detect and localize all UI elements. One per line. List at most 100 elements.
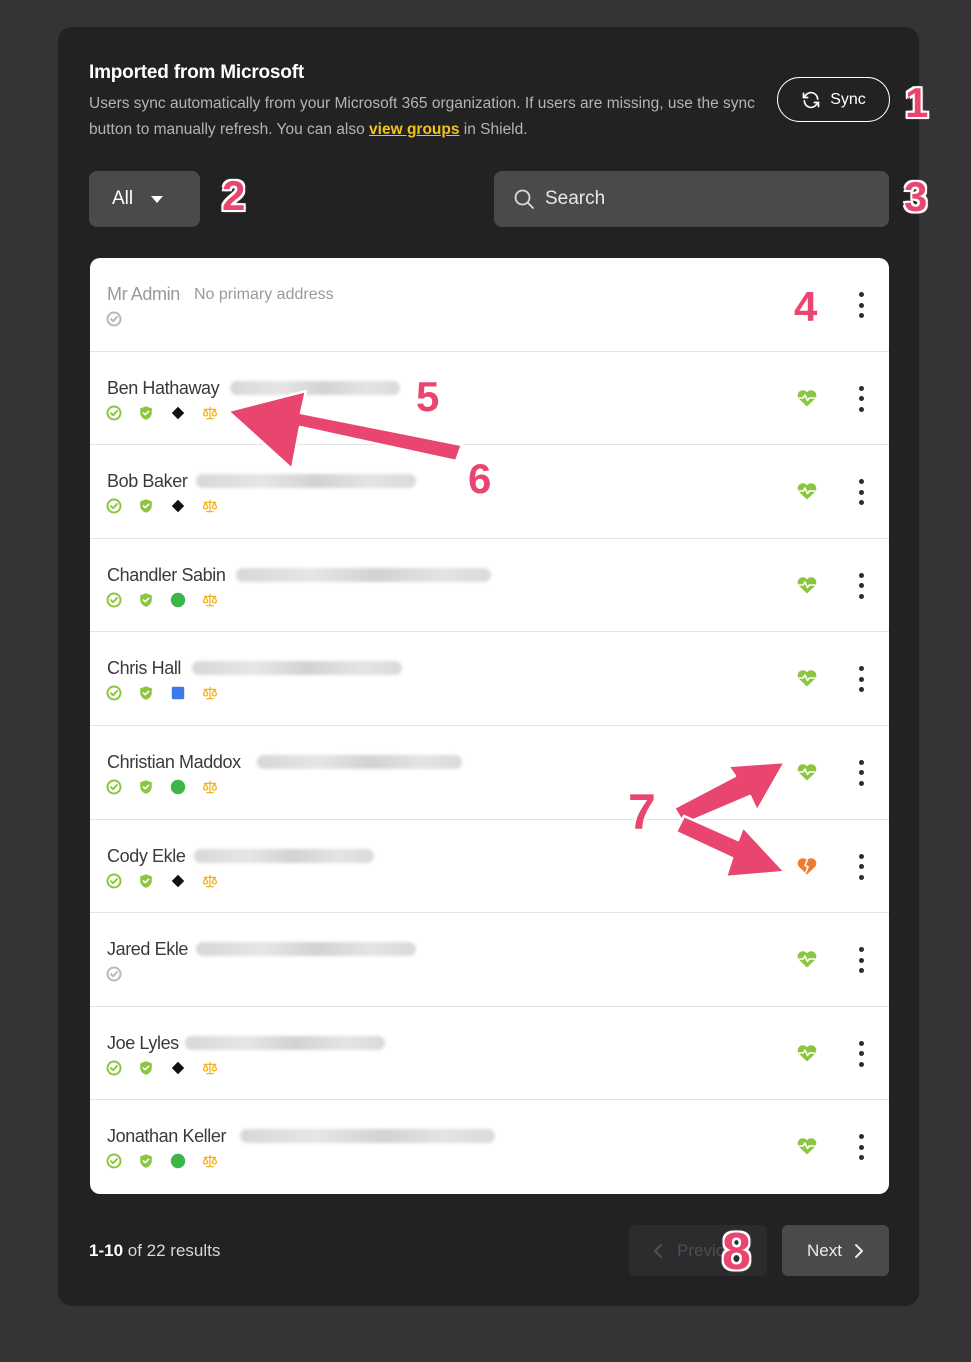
verified-check-icon — [106, 685, 122, 701]
more-options-icon[interactable] — [854, 853, 868, 880]
user-name: Cody Ekle — [107, 845, 186, 866]
section-description: Users sync automatically from your Micro… — [89, 91, 759, 143]
user-badges — [106, 592, 218, 608]
health-warning-icon[interactable] — [796, 856, 818, 876]
redacted-email — [230, 380, 400, 395]
more-options-icon[interactable] — [854, 1134, 868, 1161]
redacted-email — [192, 661, 402, 676]
verified-check-icon — [106, 405, 122, 421]
license-scale-icon — [202, 1153, 218, 1169]
license-scale-icon — [202, 405, 218, 421]
view-groups-link[interactable]: view groups — [369, 121, 459, 138]
more-options-icon[interactable] — [854, 759, 868, 786]
shield-icon — [138, 592, 154, 608]
shield-icon — [138, 685, 154, 701]
user-row[interactable]: Mr Admin No primary address — [90, 258, 889, 352]
user-email: No primary address — [194, 286, 334, 303]
callout-2: 2 — [222, 172, 246, 219]
license-scale-icon — [202, 779, 218, 795]
user-row[interactable]: Ben Hathaway — [90, 352, 889, 446]
health-good-icon[interactable] — [796, 1043, 818, 1063]
user-badges — [106, 498, 218, 514]
license-scale-icon — [202, 592, 218, 608]
verified-check-icon — [106, 498, 122, 514]
chevron-right-icon — [854, 1243, 863, 1258]
redacted-email — [185, 1035, 385, 1050]
sync-button-label: Sync — [830, 90, 866, 108]
user-row[interactable]: Jared Ekle — [90, 913, 889, 1007]
health-good-icon[interactable] — [796, 388, 818, 408]
circle-status-icon — [170, 1153, 186, 1169]
callout-8: 8 — [722, 1223, 751, 1281]
diamond-status-icon — [170, 498, 186, 514]
filter-dropdown[interactable]: All — [89, 171, 200, 227]
next-button[interactable]: Next — [782, 1225, 889, 1276]
shield-icon — [138, 873, 154, 889]
redacted-email — [240, 1129, 495, 1144]
health-good-icon[interactable] — [796, 575, 818, 595]
unverified-check-icon — [106, 966, 122, 982]
verified-check-icon — [106, 1060, 122, 1076]
more-options-icon[interactable] — [854, 479, 868, 506]
unverified-check-icon — [106, 311, 122, 327]
user-name: Christian Maddox — [107, 751, 241, 772]
diamond-status-icon — [170, 873, 186, 889]
health-good-icon[interactable] — [796, 481, 818, 501]
results-total: of 22 results — [127, 1241, 221, 1260]
user-badges — [106, 311, 122, 327]
circle-status-icon — [170, 592, 186, 608]
caret-down-icon — [151, 195, 164, 203]
user-row[interactable]: Joe Lyles — [90, 1007, 889, 1101]
user-badges — [106, 1060, 218, 1076]
license-scale-icon — [202, 873, 218, 889]
diamond-status-icon — [170, 1060, 186, 1076]
health-good-icon[interactable] — [796, 762, 818, 782]
more-options-icon[interactable] — [854, 947, 868, 974]
results-count: 1-10 of 22 results — [89, 1241, 220, 1261]
redacted-email — [194, 848, 374, 863]
user-row[interactable]: Cody Ekle — [90, 820, 889, 914]
shield-icon — [138, 405, 154, 421]
health-good-icon[interactable] — [796, 1136, 818, 1156]
verified-check-icon — [106, 779, 122, 795]
sync-button[interactable]: Sync — [777, 77, 890, 122]
user-badges — [106, 685, 218, 701]
verified-check-icon — [106, 592, 122, 608]
redacted-email — [196, 474, 416, 489]
refresh-icon — [802, 91, 820, 108]
callout-5: 5 — [416, 373, 440, 420]
user-badges — [106, 405, 218, 421]
shield-icon — [138, 498, 154, 514]
search-input[interactable] — [545, 188, 865, 210]
more-options-icon[interactable] — [854, 666, 868, 693]
user-name: Jared Ekle — [107, 939, 189, 960]
more-options-icon[interactable] — [854, 385, 868, 412]
filter-selected-value: All — [112, 188, 134, 209]
search-icon — [514, 189, 534, 209]
diamond-status-icon — [170, 405, 186, 421]
search-field[interactable] — [494, 171, 889, 227]
license-scale-icon — [202, 685, 218, 701]
redacted-email — [236, 567, 491, 582]
license-scale-icon — [202, 498, 218, 514]
health-good-icon[interactable] — [796, 668, 818, 688]
user-name: Mr Admin — [107, 284, 180, 304]
shield-icon — [138, 1153, 154, 1169]
more-options-icon[interactable] — [854, 572, 868, 599]
more-options-icon[interactable] — [854, 292, 868, 318]
more-options-icon[interactable] — [854, 1040, 868, 1067]
user-row[interactable]: Christian Maddox — [90, 726, 889, 820]
user-row[interactable]: Chandler Sabin — [90, 539, 889, 633]
callout-3: 3 — [904, 173, 928, 220]
user-row[interactable]: Jonathan Keller — [90, 1100, 889, 1194]
user-list: Mr Admin No primary address Ben Hathaway Bo… — [90, 258, 889, 1194]
callout-4: 4 — [794, 283, 818, 330]
results-range: 1-10 — [89, 1241, 124, 1260]
verified-check-icon — [106, 873, 122, 889]
user-name: Chandler Sabin — [107, 564, 226, 585]
shield-icon — [138, 779, 154, 795]
next-button-label: Next — [807, 1240, 842, 1260]
user-badges — [106, 873, 218, 889]
user-row[interactable]: Chris Hall — [90, 632, 889, 726]
health-good-icon[interactable] — [796, 949, 818, 969]
